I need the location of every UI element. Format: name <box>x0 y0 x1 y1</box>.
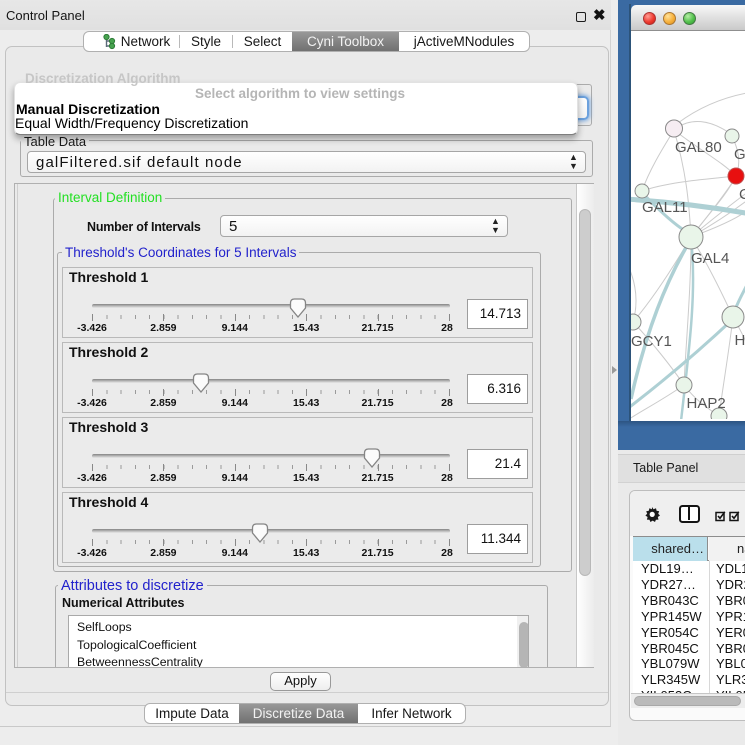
svg-text:GAL80: GAL80 <box>675 139 722 156</box>
svg-text:C: C <box>739 186 745 203</box>
svg-text:GAL11: GAL11 <box>642 199 688 216</box>
svg-text:G.: G. <box>734 146 745 163</box>
svg-text:H: H <box>735 332 745 349</box>
svg-text:GAL4: GAL4 <box>691 250 729 267</box>
svg-text:GCY1: GCY1 <box>631 333 672 350</box>
svg-text:HAP2: HAP2 <box>687 395 726 412</box>
